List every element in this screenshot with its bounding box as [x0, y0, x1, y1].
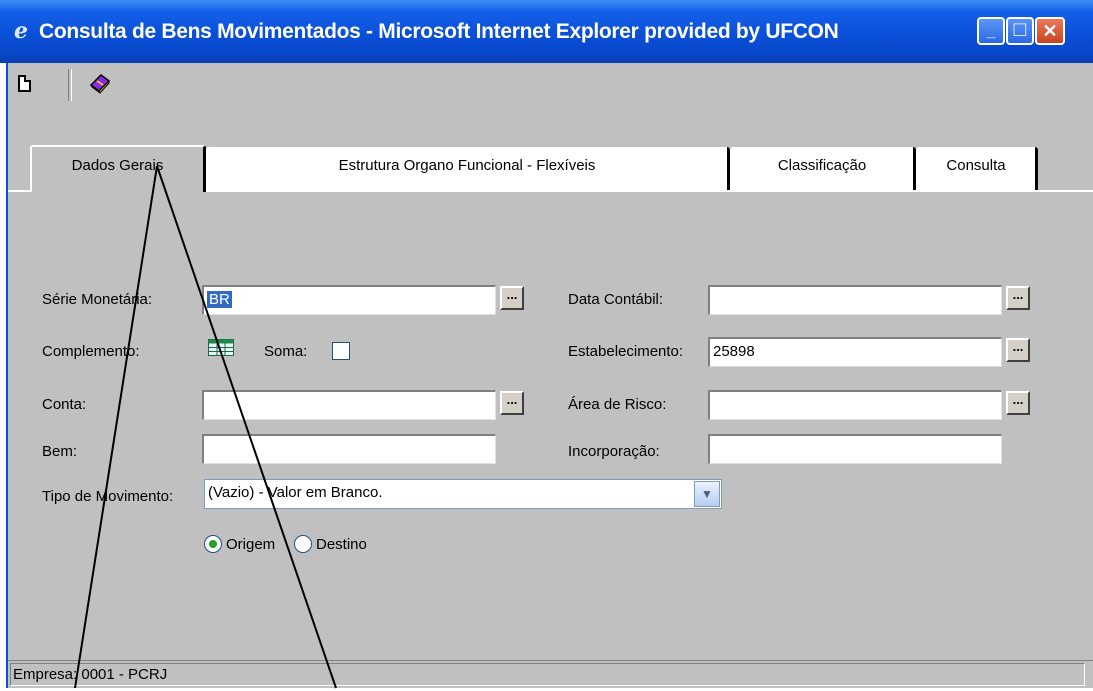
title-bar[interactable]: e Consulta de Bens Movimentados - Micros… [0, 0, 1093, 63]
book-icon[interactable] [88, 71, 112, 95]
chevron-down-icon[interactable]: ▼ [694, 481, 720, 507]
toolbar-separator [68, 69, 72, 101]
incorporacao-label: Incorporação: [568, 443, 660, 460]
bem-label: Bem: [42, 443, 78, 460]
lookup-button-label: ... [1012, 339, 1024, 354]
tab-estrutura-organo-funcional[interactable]: Estrutura Organo Funcional - Flexíveis [206, 147, 730, 190]
tab-label: Estrutura Organo Funcional - Flexíveis [338, 157, 596, 174]
serie-monetaria-lookup-button[interactable]: ... [500, 286, 524, 310]
serie-monetaria-value: BR [207, 291, 232, 308]
tab-label: Consulta [946, 157, 1006, 174]
area-risco-label: Área de Risco: [568, 396, 667, 413]
page-content: Dados Gerais Estrutura Organo Funcional … [6, 63, 1093, 688]
incorporacao-input[interactable] [708, 434, 1002, 464]
lookup-button-label: ... [1012, 392, 1024, 407]
area-risco-lookup-button[interactable]: ... [1006, 391, 1030, 415]
data-contabil-lookup-button[interactable]: ... [1006, 286, 1030, 310]
tab-dados-gerais[interactable]: Dados Gerais [30, 145, 206, 192]
tab-label: Dados Gerais [71, 157, 164, 174]
tipo-movimento-value: (Vazio) - Valor em Branco. [208, 484, 383, 501]
bem-input[interactable] [202, 434, 496, 464]
conta-input[interactable] [202, 390, 496, 420]
window-title: Consulta de Bens Movimentados - Microsof… [39, 20, 839, 43]
close-icon: ✕ [1042, 21, 1058, 41]
status-bar: Empresa: 0001 - PCRJ [8, 660, 1093, 688]
toolbar [8, 63, 1093, 107]
tab-consulta[interactable]: Consulta [916, 147, 1038, 190]
data-contabil-input[interactable] [708, 285, 1002, 315]
serie-monetaria-input[interactable]: BR [202, 285, 496, 315]
origem-radio[interactable] [204, 535, 222, 553]
estabelecimento-label: Estabelecimento: [568, 343, 684, 360]
tipo-movimento-label: Tipo de Movimento: [42, 488, 174, 505]
estabelecimento-value: 25898 [713, 343, 755, 360]
tab-classificacao[interactable]: Classificação [730, 147, 916, 190]
destino-label: Destino [316, 536, 367, 553]
close-button[interactable]: ✕ [1035, 17, 1065, 45]
browser-window: e Consulta de Bens Movimentados - Micros… [0, 0, 1093, 691]
estabelecimento-lookup-button[interactable]: ... [1006, 338, 1030, 362]
destino-radio[interactable] [294, 535, 312, 553]
minimize-icon: _ [986, 23, 996, 40]
serie-monetaria-label: Série Monetária: [42, 291, 153, 308]
conta-label: Conta: [42, 396, 87, 413]
lookup-button-label: ... [1012, 287, 1024, 302]
conta-lookup-button[interactable]: ... [500, 391, 524, 415]
soma-label: Soma: [264, 343, 308, 360]
data-contabil-label: Data Contábil: [568, 291, 664, 308]
origem-label: Origem [226, 536, 276, 553]
ie-logo-icon: e [14, 18, 28, 44]
complemento-label: Complemento: [42, 343, 140, 360]
maximize-icon: □ [1013, 18, 1027, 41]
lookup-button-label: ... [506, 392, 518, 407]
tipo-movimento-select[interactable]: (Vazio) - Valor em Branco. [204, 479, 722, 509]
maximize-button[interactable]: □ [1006, 17, 1034, 45]
document-icon[interactable] [18, 75, 31, 92]
estabelecimento-input[interactable]: 25898 [708, 337, 1002, 367]
soma-checkbox[interactable] [332, 342, 350, 360]
tab-label: Classificação [777, 157, 867, 174]
table-grid-icon[interactable] [208, 339, 234, 356]
status-text: Empresa: 0001 - PCRJ [10, 663, 1085, 686]
area-risco-input[interactable] [708, 390, 1002, 420]
minimize-button[interactable]: _ [977, 17, 1005, 45]
lookup-button-label: ... [506, 287, 518, 302]
